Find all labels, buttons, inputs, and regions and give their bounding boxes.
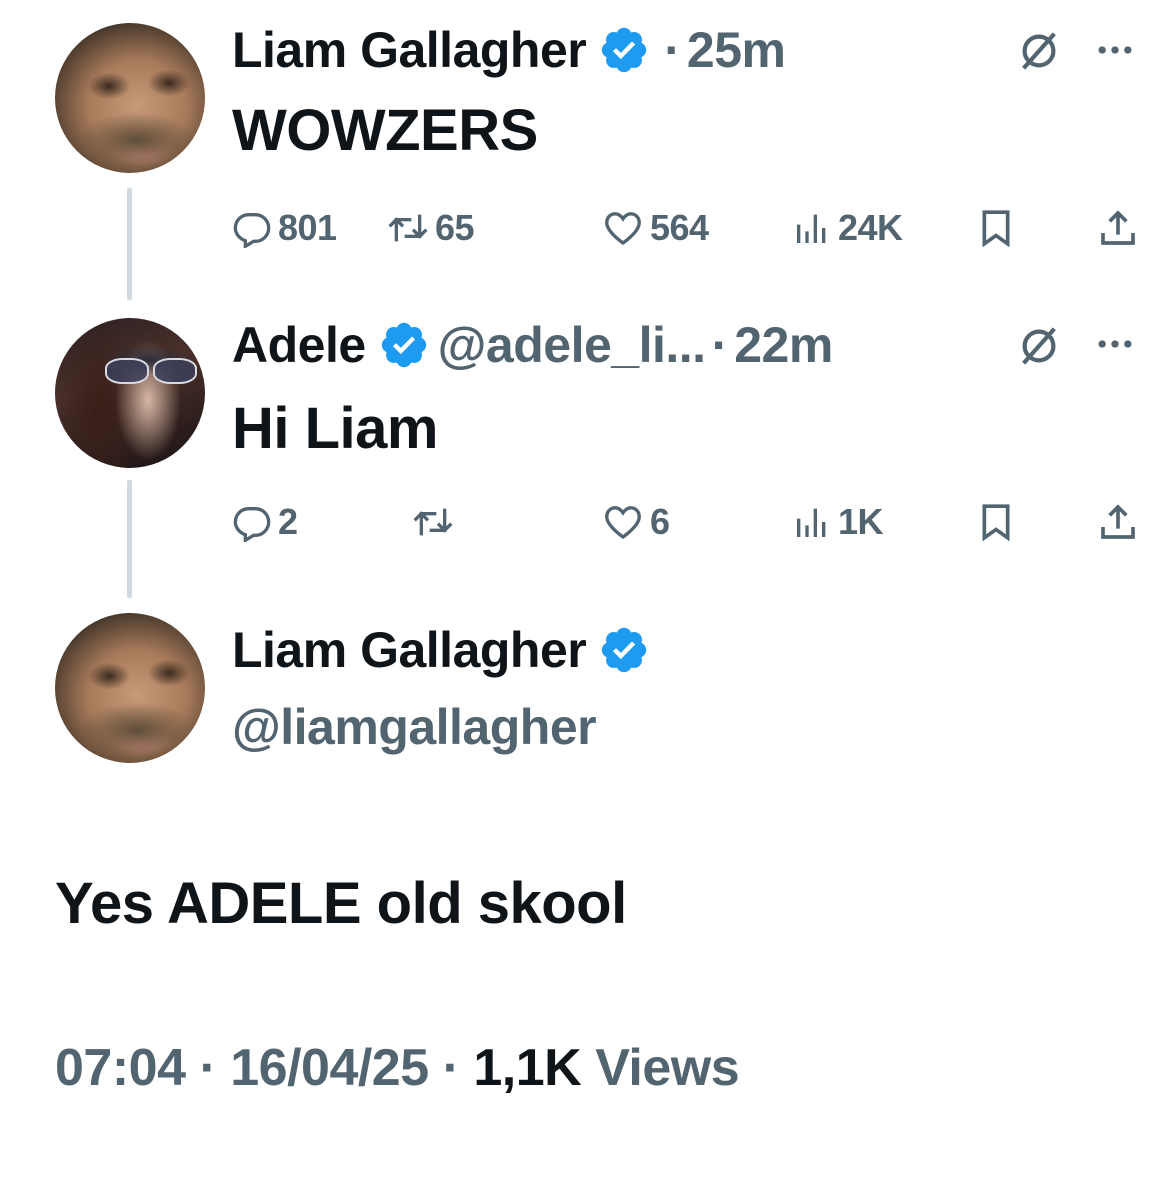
repost-icon [412,502,454,542]
reply-icon [232,208,272,248]
repost-button[interactable]: 65 [387,203,475,253]
tweet-time[interactable]: 07:04 [55,1039,186,1097]
separator: · [442,1039,460,1097]
reply-count: 2 [278,501,298,542]
author-name[interactable]: Adele [232,315,366,375]
tweet-date[interactable]: 16/04/25 [230,1039,429,1097]
thread-line [127,480,132,598]
thread-tweet-1[interactable]: Liam Gallagher · 25m WOWZERS 801 65 564 … [0,0,1163,300]
reply-button[interactable]: 2 [232,497,298,547]
author-name[interactable]: Liam Gallagher [232,620,587,680]
thread-line [127,188,132,300]
tweet-text: WOWZERS [232,98,538,163]
reply-count: 801 [278,207,337,248]
repost-count: 65 [435,207,475,248]
like-icon [602,208,644,248]
views-icon [792,502,832,542]
bookmark-button[interactable] [976,497,1022,547]
separator: · [711,317,729,373]
timestamp[interactable]: 22m [734,315,833,375]
avatar[interactable] [55,318,205,468]
tweet-header: Adele @adele_li... · 22m [232,315,833,375]
action-bar: 2 6 1K [232,497,1142,547]
avatar[interactable] [55,23,205,173]
bookmark-icon [976,502,1016,542]
separator: · [199,1039,217,1097]
reply-button[interactable]: 801 [232,203,337,253]
separator: · [664,22,681,78]
avatar[interactable] [55,613,205,763]
share-button[interactable] [1098,497,1144,547]
verified-badge-icon [378,319,430,371]
share-icon [1098,208,1138,248]
grok-icon[interactable] [1015,27,1063,75]
like-count: 564 [650,207,709,248]
tweet-header: Liam Gallagher · 25m [232,20,786,80]
like-count: 6 [650,501,670,542]
bookmark-icon [976,208,1016,248]
tweet-text: Hi Liam [232,396,439,461]
main-tweet-text: Yes ADELE old skool [55,871,627,936]
thread-tweet-2[interactable]: Adele @adele_li... · 22m Hi Liam 2 6 1K [0,300,1163,610]
verified-badge-icon [598,24,650,76]
share-icon [1098,502,1138,542]
grok-icon[interactable] [1015,322,1063,370]
tweet-header: Liam Gallagher [232,620,658,680]
action-bar: 801 65 564 24K [232,203,1142,253]
repost-button[interactable] [412,497,460,547]
views-button[interactable]: 24K [792,203,903,253]
bookmark-button[interactable] [976,203,1022,253]
like-button[interactable]: 564 [602,203,709,253]
author-name[interactable]: Liam Gallagher [232,20,587,80]
views-count: 1K [838,501,884,542]
timestamp[interactable]: 25m [687,20,786,80]
repost-icon [387,208,429,248]
author-handle[interactable]: @liamgallagher [232,698,597,756]
sunglasses-shape [105,358,197,384]
views-button[interactable]: 1K [792,497,884,547]
like-icon [602,502,644,542]
views-label: Views [595,1039,740,1097]
more-icon[interactable] [1090,30,1140,70]
views-icon [792,208,832,248]
tweet-meta: 07:04 · 16/04/25 · 1,1K Views [55,1038,740,1098]
verified-badge-icon [598,624,650,676]
views-count: 24K [838,207,903,248]
share-button[interactable] [1098,203,1144,253]
views-count: 1,1K [473,1039,582,1097]
like-button[interactable]: 6 [602,497,670,547]
more-icon[interactable] [1090,324,1140,364]
author-handle[interactable]: @adele_li... [438,315,706,375]
reply-icon [232,502,272,542]
